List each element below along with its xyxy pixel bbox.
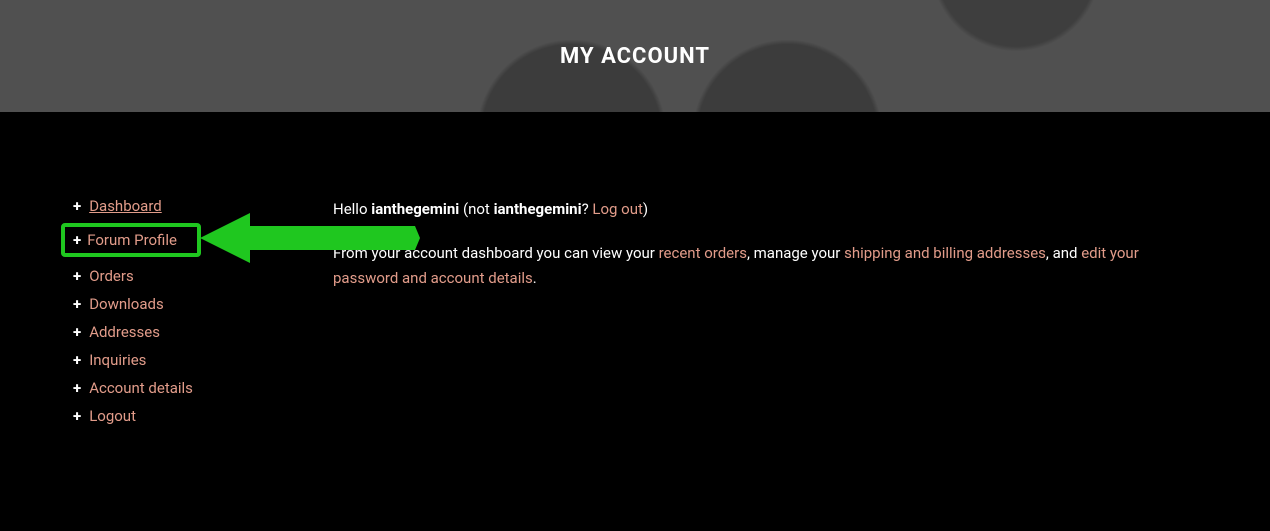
nav-item-orders[interactable]: + Orders: [73, 267, 333, 285]
nav-link-downloads[interactable]: Downloads: [89, 295, 164, 313]
nav-item-downloads[interactable]: + Downloads: [73, 295, 333, 313]
plus-icon: +: [73, 267, 81, 285]
account-sidebar: + Dashboard + Forum Profile + Orders: [73, 197, 333, 435]
dash-text-3: , and: [1046, 244, 1081, 262]
nav-link-account-details[interactable]: Account details: [89, 379, 193, 397]
recent-orders-link[interactable]: recent orders: [659, 244, 747, 262]
dashboard-description: From your account dashboard you can view…: [333, 241, 1197, 292]
greeting-not-close: ?: [582, 200, 593, 218]
nav-link-inquiries[interactable]: Inquiries: [89, 351, 146, 369]
nav-item-dashboard[interactable]: + Dashboard: [73, 197, 333, 215]
nav-item-account-details[interactable]: + Account details: [73, 379, 333, 397]
plus-icon: +: [73, 197, 81, 215]
greeting-username: ianthegemini: [371, 200, 459, 218]
greeting-text: Hello ianthegemini (not ianthegemini? Lo…: [333, 197, 1197, 223]
nav-item-addresses[interactable]: + Addresses: [73, 323, 333, 341]
nav-link-forum-profile[interactable]: Forum Profile: [87, 231, 177, 249]
dash-text-4: .: [533, 269, 537, 287]
nav-item-forum-profile[interactable]: + Forum Profile: [61, 223, 201, 257]
nav-item-inquiries[interactable]: + Inquiries: [73, 351, 333, 369]
dash-text-2: , manage your: [747, 244, 844, 262]
nav-item-logout[interactable]: + Logout: [73, 407, 333, 425]
nav-link-addresses[interactable]: Addresses: [89, 323, 160, 341]
header-banner: MY ACCOUNT: [0, 0, 1270, 112]
dash-text-1: From your account dashboard you can view…: [333, 244, 659, 262]
greeting-not-open: (not: [459, 200, 493, 218]
plus-icon: +: [73, 379, 81, 397]
logout-link[interactable]: Log out: [592, 200, 643, 218]
page-title: MY ACCOUNT: [560, 44, 710, 69]
plus-icon: +: [73, 231, 81, 249]
greeting-username2: ianthegemini: [494, 200, 582, 218]
nav-link-orders[interactable]: Orders: [89, 267, 134, 285]
addresses-link[interactable]: shipping and billing addresses: [844, 244, 1046, 262]
greeting-end: ): [643, 200, 648, 218]
plus-icon: +: [73, 323, 81, 341]
plus-icon: +: [73, 295, 81, 313]
content-area: + Dashboard + Forum Profile + Orders: [0, 112, 1270, 435]
greeting-hello: Hello: [333, 200, 371, 218]
nav-link-dashboard[interactable]: Dashboard: [89, 197, 162, 215]
plus-icon: +: [73, 351, 81, 369]
nav-link-logout[interactable]: Logout: [89, 407, 136, 425]
plus-icon: +: [73, 407, 81, 425]
dashboard-content: Hello ianthegemini (not ianthegemini? Lo…: [333, 197, 1197, 435]
